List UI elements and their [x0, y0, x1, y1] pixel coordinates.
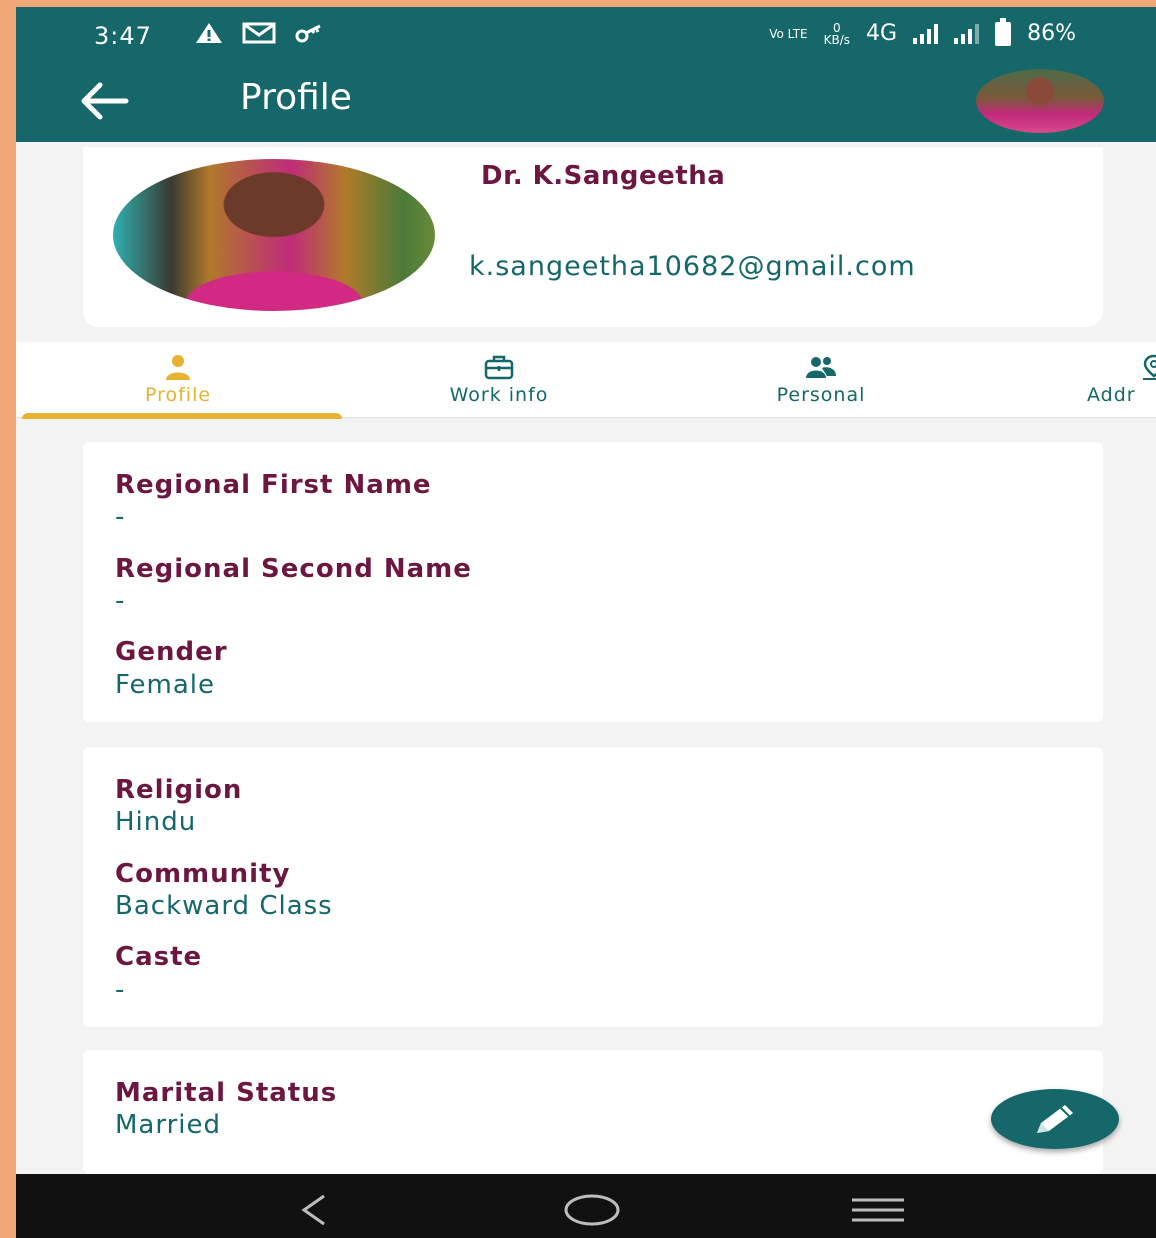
tab-label: Addr [1087, 384, 1136, 406]
signal-icon-2 [954, 23, 980, 44]
status-left-icons [194, 21, 324, 45]
tab-indicator [22, 413, 342, 419]
arrow-left-icon[interactable] [74, 77, 134, 125]
profile-email: k.sangeetha10682@gmail.com [469, 251, 916, 282]
field-value: - [115, 586, 126, 616]
tab-label: Work info [449, 384, 549, 406]
field-label: Gender [115, 637, 228, 667]
field-value: Female [115, 670, 216, 700]
top-bar: 3:47 Vo LTE 0 KB/s 4G 86% Profile [16, 7, 1156, 142]
network-speed: 0 KB/s [824, 22, 850, 46]
field-label: Marital Status [115, 1078, 338, 1108]
field-value: - [115, 502, 126, 532]
field-value: Backward Class [115, 891, 333, 921]
network-type: 4G [866, 21, 898, 46]
system-nav-bar [16, 1174, 1156, 1238]
people-icon [806, 357, 836, 378]
field-label: Caste [115, 942, 203, 972]
avatar[interactable] [976, 69, 1104, 133]
person-icon [166, 355, 190, 380]
profile-photo [113, 159, 435, 311]
gmail-icon [242, 22, 276, 44]
field-label: Community [115, 859, 291, 889]
warning-icon [196, 23, 222, 43]
app-bar: Profile [16, 63, 1156, 142]
field-label: Regional First Name [115, 470, 432, 500]
field-value: - [115, 975, 126, 1005]
briefcase-icon [484, 355, 514, 380]
field-value: Hindu [115, 807, 197, 837]
tab-profile[interactable]: Profile [18, 342, 342, 419]
location-icon [1143, 354, 1156, 380]
recents-nav-icon[interactable] [848, 1188, 908, 1232]
tab-label: Personal [776, 384, 866, 406]
tab-personal[interactable]: Personal [661, 342, 981, 417]
screen: 3:47 Vo LTE 0 KB/s 4G 86% Profile Dr. K.… [16, 7, 1156, 1238]
religion-card: Religion Hindu Community Backward Class … [83, 747, 1103, 1027]
tab-work-info[interactable]: Work info [339, 342, 659, 417]
names-card: Regional First Name - Regional Second Na… [83, 442, 1103, 722]
home-nav-icon[interactable] [562, 1188, 622, 1232]
profile-header-card: Dr. K.Sangeetha k.sangeetha10682@gmail.c… [83, 147, 1103, 327]
tab-bar: Profile Work info Personal Addr [16, 342, 1156, 419]
page-title: Profile [240, 77, 352, 118]
marital-card: Marital Status Married [83, 1050, 1103, 1174]
tab-label: Profile [144, 384, 212, 406]
volte-indicator: Vo LTE [769, 26, 808, 41]
edit-pencil-icon [1037, 1105, 1073, 1133]
tab-address[interactable]: Addr [983, 342, 1156, 417]
edit-button[interactable] [991, 1089, 1119, 1149]
field-label: Regional Second Name [115, 554, 472, 584]
back-nav-icon[interactable] [284, 1188, 344, 1232]
field-label: Religion [115, 775, 243, 805]
battery-icon [995, 17, 1012, 46]
profile-name: Dr. K.Sangeetha [481, 161, 726, 191]
signal-icon-1 [913, 23, 939, 44]
status-time: 3:47 [94, 22, 152, 50]
field-value: Married [115, 1110, 222, 1140]
key-icon [295, 24, 321, 43]
speed-unit: KB/s [823, 32, 851, 47]
status-right: Vo LTE 0 KB/s 4G 86% [769, 17, 1076, 46]
status-bar: 3:47 Vo LTE 0 KB/s 4G 86% [16, 7, 1156, 63]
device-frame: 3:47 Vo LTE 0 KB/s 4G 86% Profile Dr. K.… [0, 0, 1156, 1238]
battery-percent: 86% [1027, 21, 1076, 46]
